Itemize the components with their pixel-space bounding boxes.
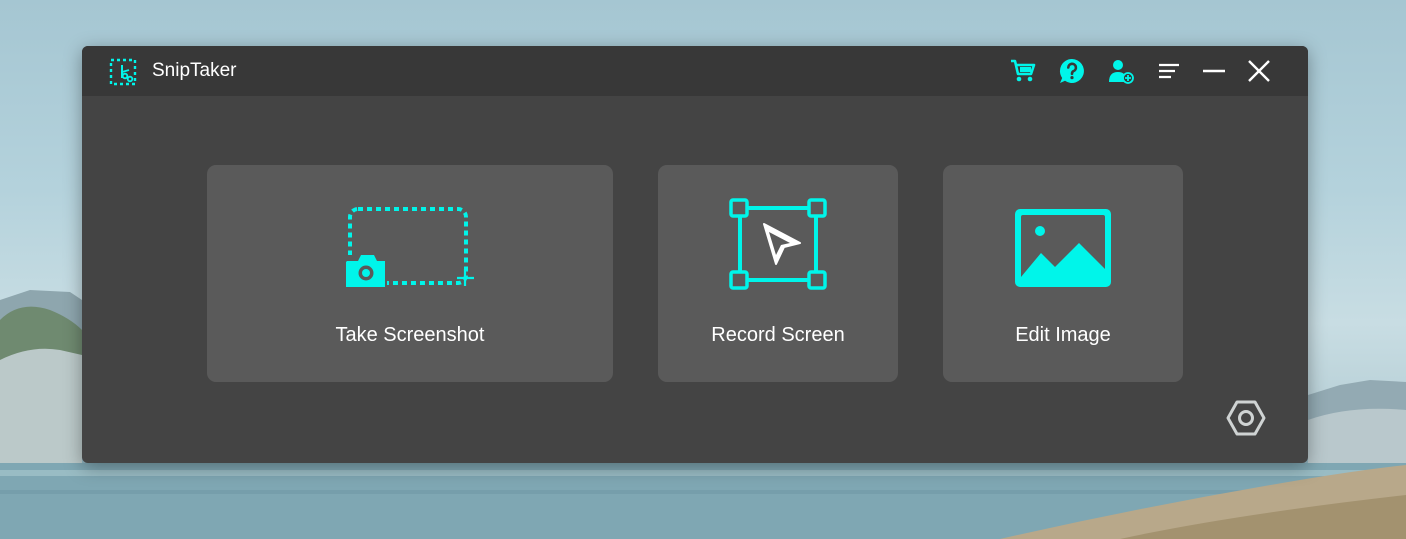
cart-icon xyxy=(1011,59,1036,82)
record-screen-card[interactable]: Record Screen xyxy=(658,165,898,382)
cart-button[interactable] xyxy=(1008,56,1038,86)
account-button[interactable] xyxy=(1106,56,1136,86)
sniptaker-logo-icon xyxy=(109,58,137,86)
take-screenshot-label: Take Screenshot xyxy=(335,324,485,346)
record-cursor-icon xyxy=(729,198,827,290)
take-screenshot-card[interactable]: Take Screenshot xyxy=(207,165,613,382)
title-bar: SnipTaker xyxy=(82,46,1308,96)
close-icon xyxy=(1248,60,1270,82)
app-window: SnipTaker Take Screenshot Record Screen … xyxy=(82,46,1308,463)
minimize-icon xyxy=(1203,69,1225,73)
menu-button[interactable] xyxy=(1154,56,1184,86)
record-screen-label: Record Screen xyxy=(711,324,845,346)
edit-image-card[interactable]: Edit Image xyxy=(943,165,1183,382)
app-title: SnipTaker xyxy=(152,60,237,81)
edit-image-label: Edit Image xyxy=(1015,324,1111,346)
image-icon xyxy=(1015,209,1111,287)
minimize-button[interactable] xyxy=(1199,56,1229,86)
menu-lines-icon xyxy=(1159,63,1179,79)
screenshot-camera-icon xyxy=(343,207,474,289)
settings-hexagon-icon xyxy=(1226,400,1266,436)
help-button[interactable] xyxy=(1057,56,1087,86)
close-button[interactable] xyxy=(1244,56,1274,86)
settings-button[interactable] xyxy=(1226,398,1266,438)
help-bubble-icon xyxy=(1059,58,1084,83)
user-add-icon xyxy=(1109,60,1134,84)
